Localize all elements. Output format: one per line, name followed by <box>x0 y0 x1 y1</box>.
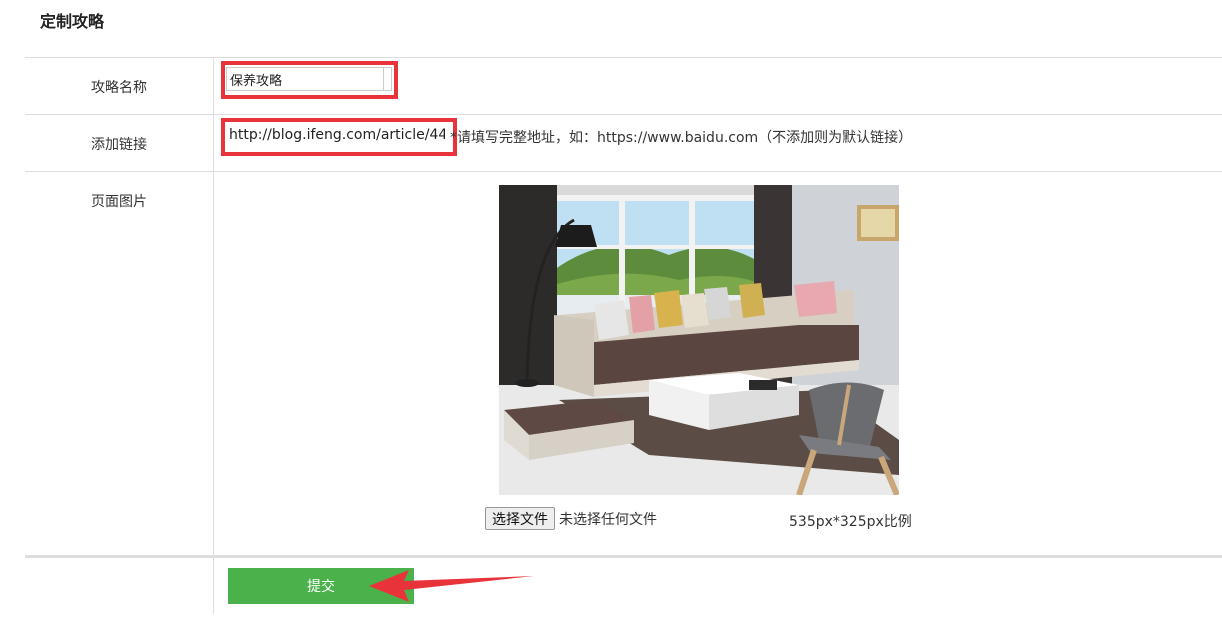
living-room-photo <box>499 185 899 495</box>
form-row-link: 添加链接 *请填写完整地址，如：https://www.baidu.com（不添… <box>25 114 1222 171</box>
page: 定制攻略 攻略名称 添加链接 *请填写完整地址，如：https://www.ba… <box>0 0 1222 623</box>
page-title: 定制攻略 <box>40 12 105 31</box>
form-row-name: 攻略名称 <box>25 57 1222 114</box>
name-input-edge <box>384 67 392 91</box>
image-ratio-hint: 535px*325px比例 <box>789 514 912 530</box>
image-label: 页面图片 <box>25 172 214 555</box>
form-row-image: 页面图片 选择文件 未选择任何文件 535px*325px比例 <box>25 171 1222 557</box>
link-hint: *请填写完整地址，如：https://www.baidu.com（不添加则为默认… <box>450 130 913 146</box>
link-content: *请填写完整地址，如：https://www.baidu.com（不添加则为默认… <box>214 115 1222 171</box>
link-url-input[interactable] <box>226 124 448 146</box>
name-content <box>214 58 1222 114</box>
image-content: 选择文件 未选择任何文件 535px*325px比例 <box>214 172 1222 555</box>
submit-content: 提交 <box>214 558 1222 614</box>
name-label: 攻略名称 <box>25 58 214 114</box>
file-status-text: 未选择任何文件 <box>559 511 657 528</box>
strategy-name-input[interactable] <box>226 67 384 91</box>
submit-button[interactable]: 提交 <box>228 568 414 604</box>
link-label: 添加链接 <box>25 115 214 171</box>
form-row-submit: 提交 <box>25 557 1222 614</box>
choose-file-button[interactable]: 选择文件 <box>485 507 555 530</box>
file-upload-row: 选择文件 未选择任何文件 <box>485 507 657 530</box>
strategy-form: 攻略名称 添加链接 *请填写完整地址，如：https://www.baidu.c… <box>25 57 1222 614</box>
submit-row-spacer <box>25 558 214 614</box>
